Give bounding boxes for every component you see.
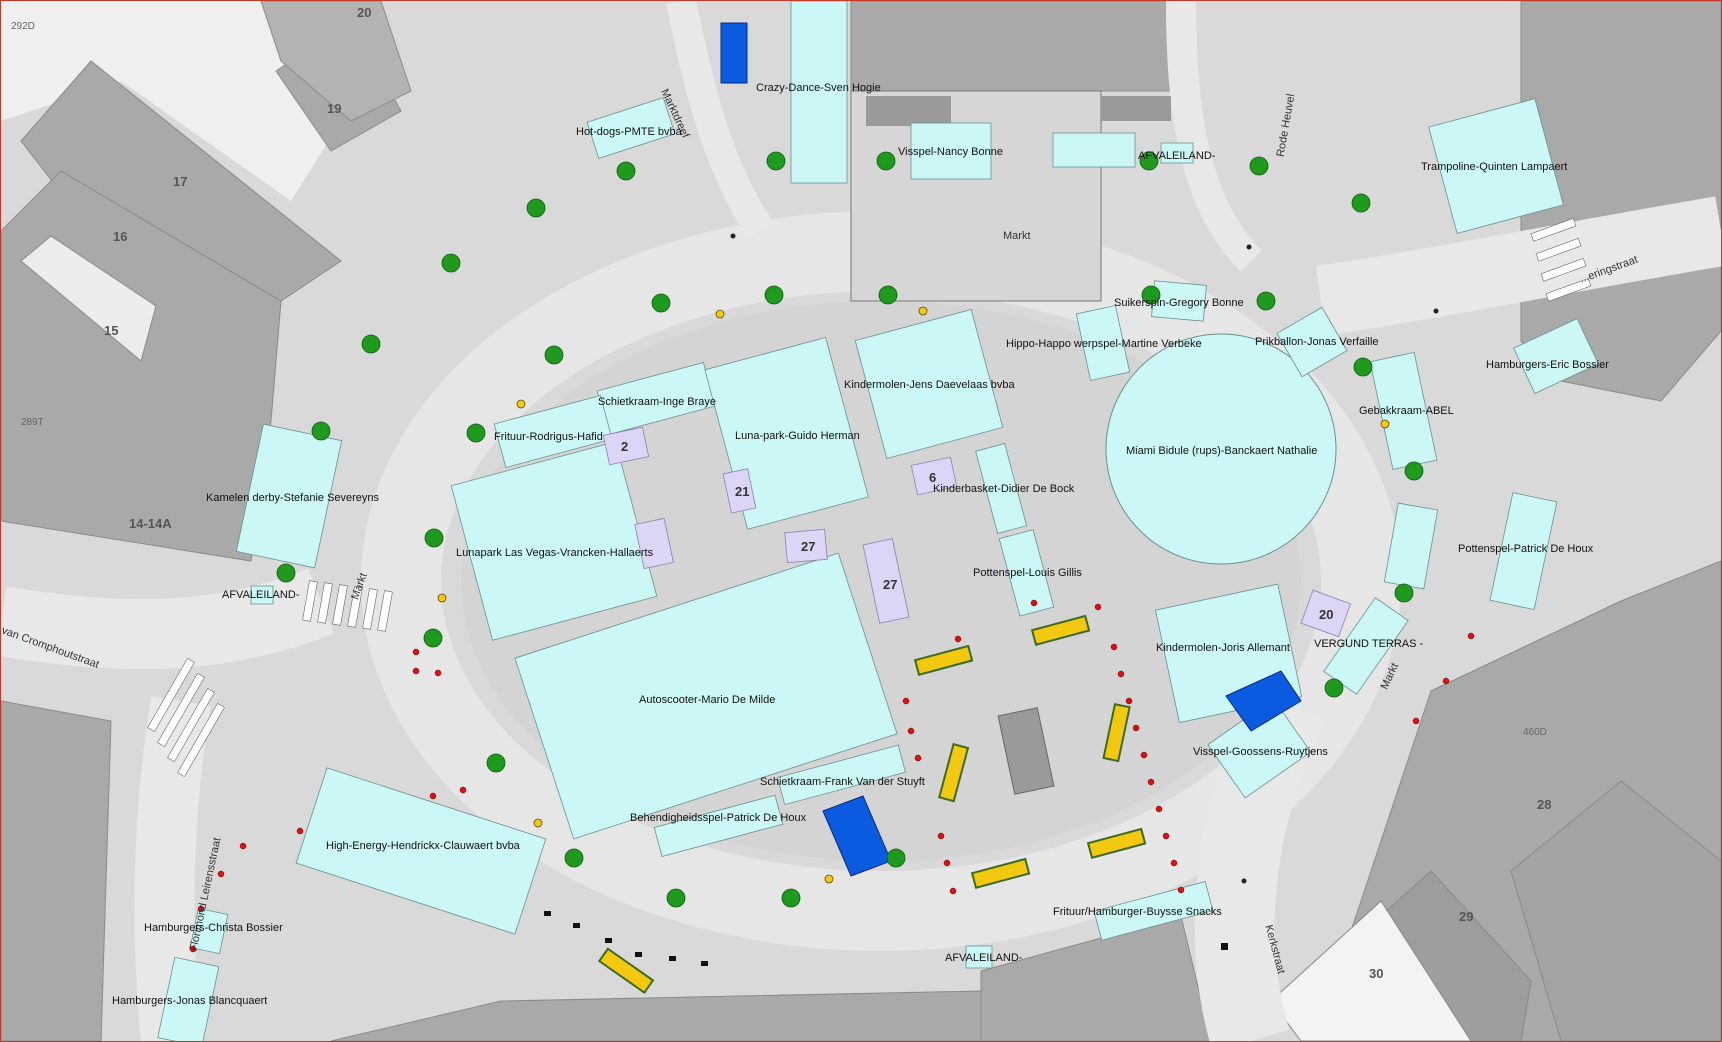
house-number: 30 (1369, 966, 1383, 981)
stall-label: Lunapark Las Vegas-Vrancken-Hallaerts (456, 547, 654, 559)
stall-label: Miami Bidule (rups)-Banckaert Nathalie (1126, 445, 1317, 457)
plot-number: 2 (621, 439, 628, 454)
stall-label: Schietkraam-Inge Braye (598, 396, 716, 408)
street-label-markt-east: Markt (1379, 661, 1401, 691)
stall-label: Prikballon-Jonas Verfaille (1255, 336, 1379, 348)
parcel-id: 460D (1523, 727, 1547, 738)
street-label-markt-north: Markt (1003, 230, 1031, 242)
stall-label: Luna-park-Guido Herman (735, 430, 860, 442)
stall-label: Pottenspel-Louis Gillis (973, 567, 1082, 579)
parcel-id: 289T (21, 417, 44, 428)
house-number: 19 (327, 101, 341, 116)
street-label-florimond: Florimond Leirensstraat (188, 837, 224, 953)
stall-label: AFVALEILAND- (1138, 150, 1216, 162)
stall-label: Frituur/Hamburger-Buysse Snacks (1053, 906, 1222, 918)
house-number: 14-14A (129, 516, 172, 531)
street-label-rode-heuvel: Rode Heuvel (1275, 93, 1298, 158)
stall-label: Hippo-Happo werpspel-Martine Verbeke (1006, 338, 1202, 350)
street-label-kerkstraat: Kerkstraat (1262, 924, 1287, 976)
stall-label: Kindermolen-Jens Daevelaas bvba (844, 379, 1015, 391)
stall-label: Frituur-Rodrigus-Hafid (494, 431, 603, 443)
plot-number: 6 (929, 470, 936, 485)
stall-label: Visspel-Nancy Bonne (898, 146, 1003, 158)
stall-label: Behendigheidsspel-Patrick De Houx (630, 812, 807, 824)
stall-label: Kindermolen-Joris Allemant (1156, 642, 1290, 654)
map-labels: Markt Markt Markt Marktdreef Rode Heuvel… (1, 5, 1640, 1007)
stall-label: Hamburgers-Jonas Blancquaert (112, 995, 267, 1007)
stall-label: Pottenspel-Patrick De Houx (1458, 543, 1594, 555)
stall-label: High-Energy-Hendrickx-Clauwaert bvba (326, 840, 521, 852)
house-number: 29 (1459, 909, 1473, 924)
plot-number: 27 (883, 577, 897, 592)
plot-number: 27 (801, 539, 815, 554)
stall-label: Suikerspin-Gregory Bonne (1114, 297, 1244, 309)
street-label-cromphout: van Cromphoutstraat (1, 625, 101, 671)
stall-label: Hamburgers-Christa Bossier (144, 922, 283, 934)
stall-label: Trampoline-Quinten Lampaert (1421, 161, 1567, 173)
stall-label: Kamelen derby-Stefanie Severeyns (206, 492, 380, 504)
house-number: 17 (173, 174, 187, 189)
house-number: 15 (104, 323, 118, 338)
plot-number: 20 (1319, 607, 1333, 622)
stall-label: Schietkraam-Frank Van der Stuyft (760, 776, 925, 788)
stall-label: VERGUND TERRAS - (1314, 638, 1424, 650)
stall-label: Hamburgers-Eric Bossier (1486, 359, 1609, 371)
house-number: 16 (113, 229, 127, 244)
stall-label: AFVALEILAND- (945, 952, 1023, 964)
parcel-id: 292D (11, 21, 35, 32)
stall-label: AFVALEILAND- (222, 589, 300, 601)
street-label-markt-west: Markt (349, 571, 370, 601)
house-number: 20 (357, 5, 371, 20)
market-layout-map[interactable]: Markt Markt Markt Marktdreef Rode Heuvel… (0, 0, 1722, 1042)
stall-label: Hot-dogs-PMTE bvba (576, 126, 683, 138)
stall-label: Crazy-Dance-Sven Hogie (756, 82, 881, 94)
street-label-east: ...eringstraat (1578, 254, 1640, 286)
stall-label: Visspel-Goossens-Ruytjens (1193, 746, 1328, 758)
stall-label: Autoscooter-Mario De Milde (639, 694, 775, 706)
house-number: 28 (1537, 797, 1551, 812)
stall-label: Kinderbasket-Didier De Bock (933, 483, 1075, 495)
stall-label: Gebakkraam-ABEL (1359, 405, 1454, 417)
plot-number: 21 (735, 484, 749, 499)
